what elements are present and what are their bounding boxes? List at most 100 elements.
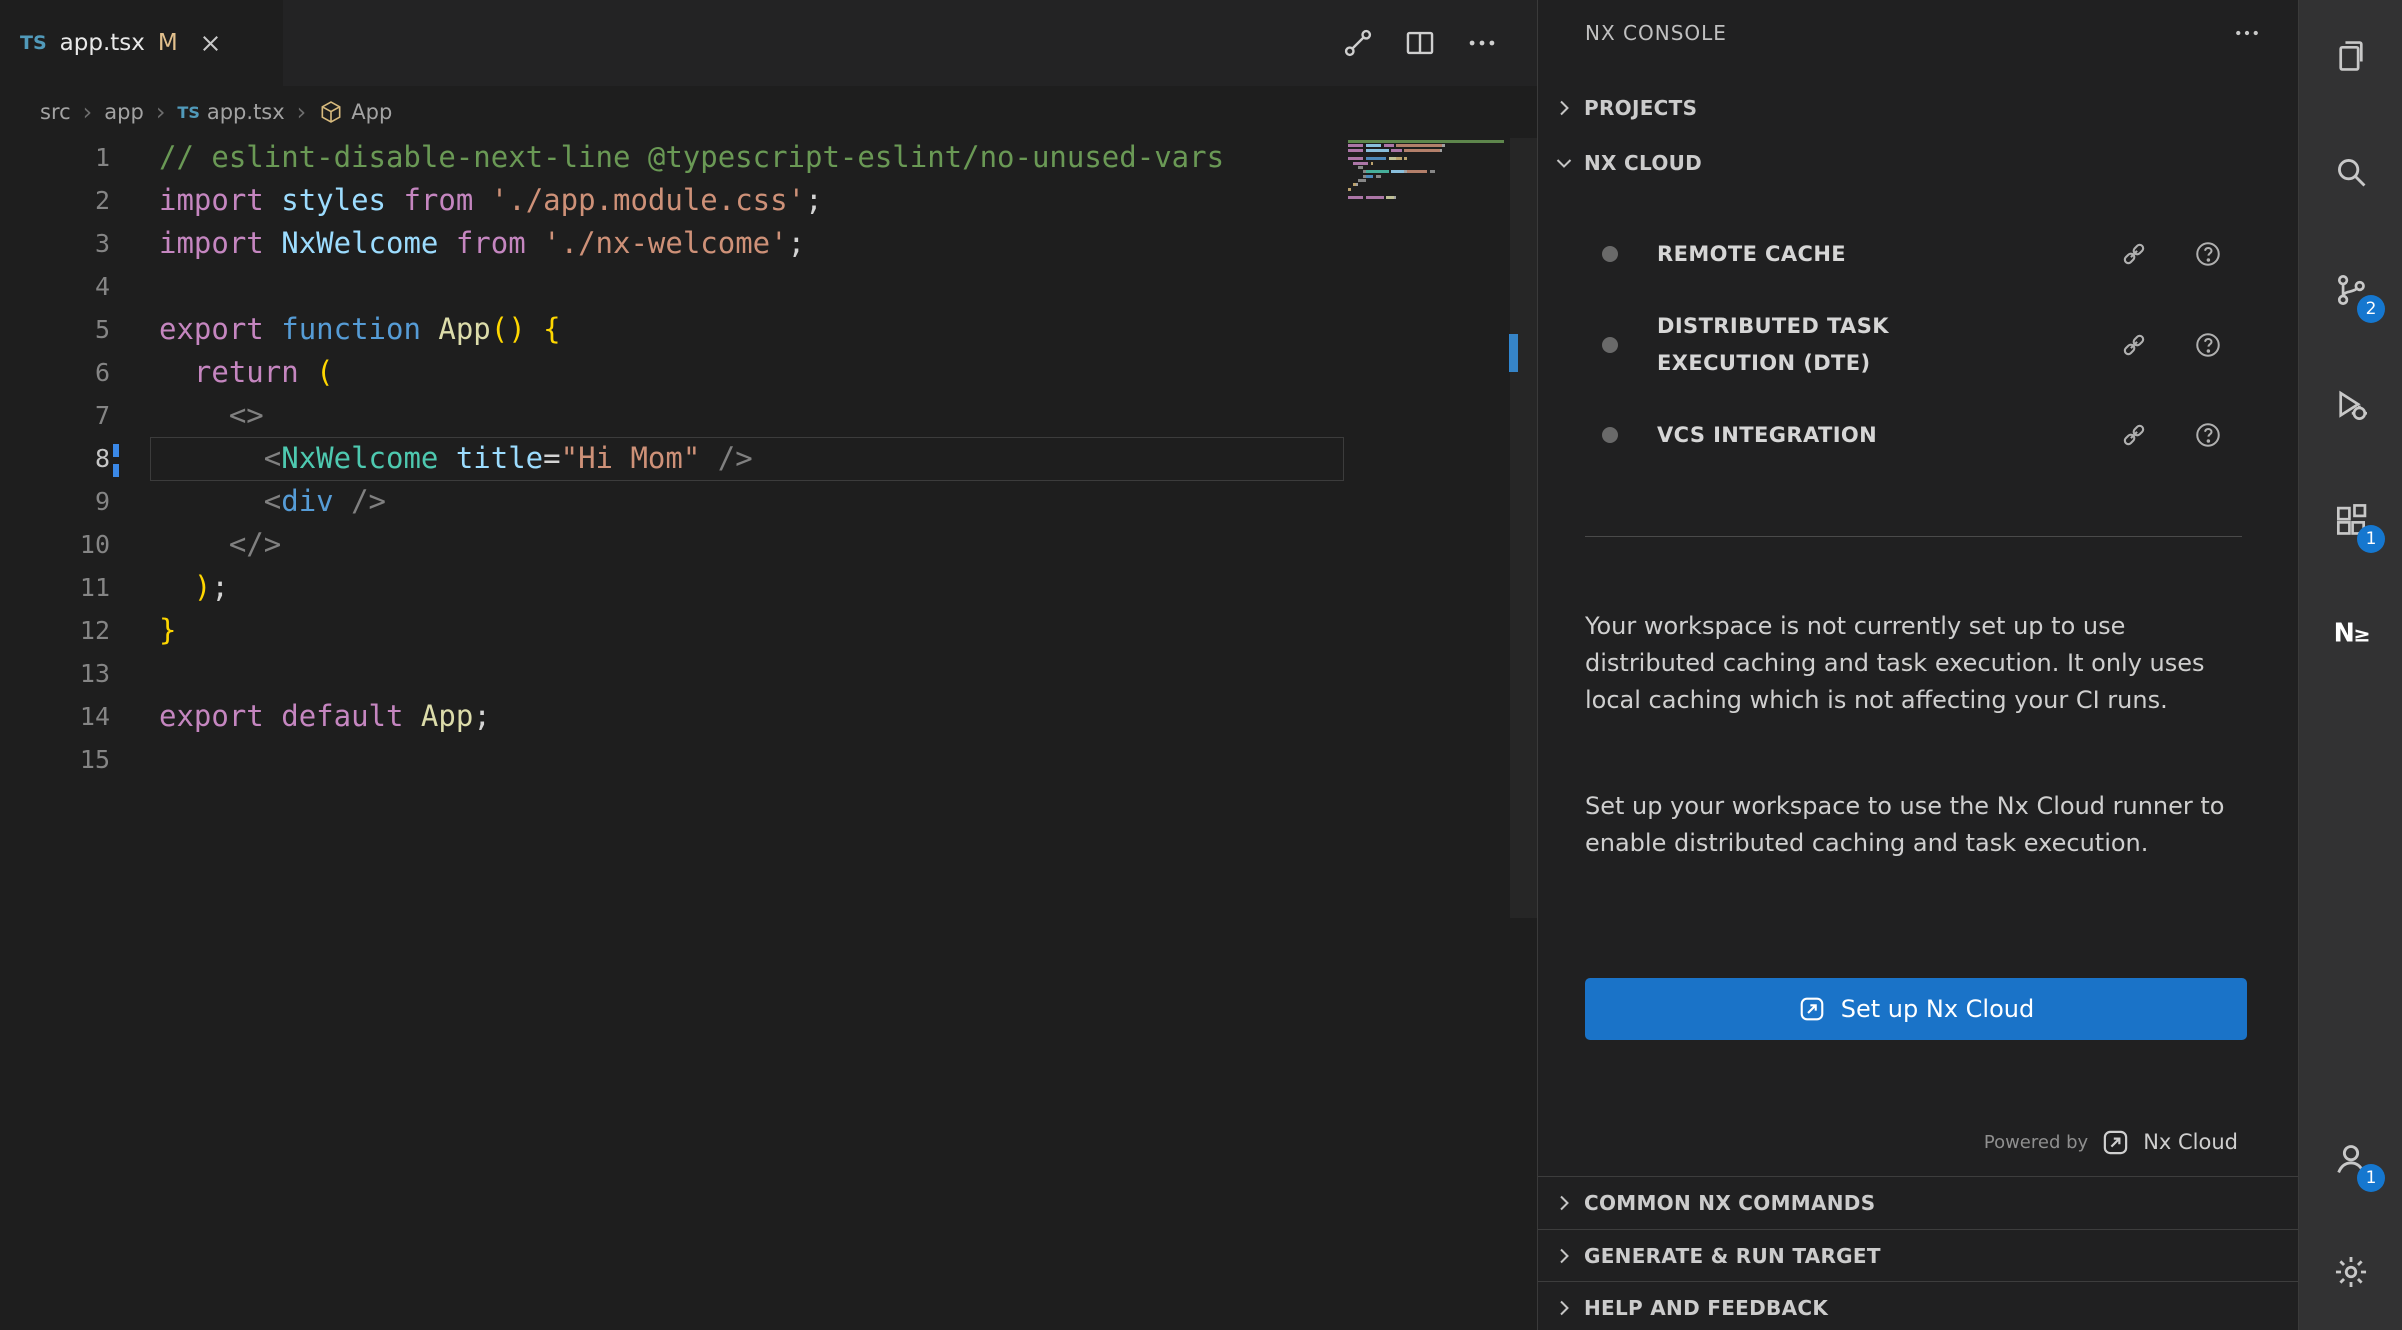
code-line-12[interactable]: 12} [0, 609, 1537, 652]
code-line-15[interactable]: 15 [0, 738, 1537, 781]
account-icon[interactable]: 1 [2299, 1140, 2402, 1180]
breadcrumb-label: src [40, 100, 71, 124]
line-number: 15 [0, 738, 110, 781]
more-actions-icon[interactable] [1465, 26, 1499, 60]
nx-cloud-logo-icon [2101, 1128, 2130, 1157]
line-number: 11 [0, 566, 110, 609]
panel-title: NX CONSOLE [1585, 21, 1727, 45]
close-tab-icon[interactable] [197, 30, 224, 57]
activity-bar: 2 1 N≥ 1 [2298, 0, 2402, 1330]
nx-console-icon[interactable]: N≥ [2299, 614, 2402, 654]
code-line-10[interactable]: 10 </> [0, 523, 1537, 566]
line-number: 14 [0, 695, 110, 738]
git-modified-badge: M [158, 30, 178, 56]
code-text: } [110, 609, 176, 652]
code-line-11[interactable]: 11 ); [0, 566, 1537, 609]
code-line-3[interactable]: 3import NxWelcome from './nx-welcome'; [0, 222, 1537, 265]
connect-icon[interactable] [2119, 420, 2149, 450]
status-bullet-icon [1602, 246, 1618, 262]
breadcrumb-separator: › [156, 98, 166, 126]
help-icon[interactable] [2193, 330, 2223, 360]
line-number: 8 [0, 437, 110, 480]
chevron-right-icon [1552, 1296, 1576, 1320]
code-line-9[interactable]: 9 <div /> [0, 480, 1537, 523]
breadcrumb-item-app[interactable]: app [104, 100, 144, 124]
code-line-14[interactable]: 14export default App; [0, 695, 1537, 738]
section-nx-cloud[interactable]: NX CLOUD [1538, 135, 2298, 190]
code-text: export function App() { [110, 308, 561, 351]
nx-cloud-item-distributed-task-execution-dte[interactable]: DISTRIBUTED TASK EXECUTION (DTE) [1538, 300, 2298, 390]
line-number: 6 [0, 351, 110, 394]
code-line-5[interactable]: 5export function App() { [0, 308, 1537, 351]
help-icon[interactable] [2193, 239, 2223, 269]
setup-button-label: Set up Nx Cloud [1841, 995, 2034, 1023]
typescript-file-icon: TS [177, 103, 199, 122]
line-number: 5 [0, 308, 110, 351]
section-common-nx-commands[interactable]: COMMON NX COMMANDS [1538, 1176, 2298, 1229]
nx-cloud-logo-icon [1798, 995, 1826, 1023]
extensions-icon[interactable]: 1 [2299, 501, 2402, 541]
tab-app-tsx[interactable]: TS app.tsx M [0, 0, 283, 86]
chevron-right-icon [1552, 96, 1576, 120]
breadcrumb-item-app[interactable]: App [318, 99, 392, 125]
nx-cloud-item-remote-cache[interactable]: REMOTE CACHE [1538, 228, 2298, 280]
code-text [110, 652, 159, 695]
split-editor-icon[interactable] [1403, 26, 1437, 60]
open-changes-icon[interactable] [1341, 26, 1375, 60]
breadcrumb: src›app›TSapp.tsx›App [0, 86, 1537, 138]
code-line-7[interactable]: 7 <> [0, 394, 1537, 437]
more-actions-icon[interactable] [2232, 18, 2262, 48]
breadcrumb-separator: › [83, 98, 93, 126]
settings-icon[interactable] [2299, 1253, 2402, 1293]
powered-by-label: Powered by [1984, 1132, 2088, 1153]
status-bullet-icon [1602, 427, 1618, 443]
code-text: // eslint-disable-next-line @typescript-… [110, 136, 1224, 179]
code-text: ); [110, 566, 229, 609]
code-text: <> [110, 394, 264, 437]
code-line-4[interactable]: 4 [0, 265, 1537, 308]
chevron-right-icon [1552, 1244, 1576, 1268]
section-label: NX CLOUD [1584, 151, 1702, 175]
code-text [110, 265, 159, 308]
files-icon[interactable] [2299, 37, 2402, 77]
nx-cloud-item-vcs-integration[interactable]: VCS INTEGRATION [1538, 409, 2298, 461]
search-icon[interactable] [2299, 153, 2402, 193]
line-number: 9 [0, 480, 110, 523]
section-help-and-feedback[interactable]: HELP AND FEEDBACK [1538, 1281, 2298, 1330]
line-number: 1 [0, 136, 110, 179]
symbol-cube-icon [318, 99, 344, 125]
panel-header: NX CONSOLE [1538, 0, 2298, 66]
line-number: 12 [0, 609, 110, 652]
typescript-file-icon: TS [20, 32, 47, 54]
code-line-2[interactable]: 2import styles from './app.module.css'; [0, 179, 1537, 222]
git-modified-gutter-mark [113, 444, 119, 457]
breadcrumb-item-src[interactable]: src [40, 100, 71, 124]
tab-bar: TS app.tsx M [0, 0, 1537, 86]
code-text: return ( [110, 351, 334, 394]
minimap[interactable] [1348, 140, 1508, 205]
nx-cloud-item-label: DISTRIBUTED TASK EXECUTION (DTE) [1657, 308, 1977, 382]
tab-filename: app.tsx [60, 30, 145, 56]
brand-label: Nx Cloud [2143, 1130, 2238, 1154]
connect-icon[interactable] [2119, 330, 2149, 360]
connect-icon[interactable] [2119, 239, 2149, 269]
section-label: HELP AND FEEDBACK [1584, 1296, 1828, 1320]
line-number: 3 [0, 222, 110, 265]
code-line-13[interactable]: 13 [0, 652, 1537, 695]
source-control-icon[interactable]: 2 [2299, 271, 2402, 311]
help-icon[interactable] [2193, 420, 2223, 450]
workspace-status-text: Your workspace is not currently set up t… [1585, 608, 2225, 719]
editor-scrollbar[interactable] [1510, 138, 1537, 918]
code-line-6[interactable]: 6 return ( [0, 351, 1537, 394]
setup-instruction-text: Set up your workspace to use the Nx Clou… [1585, 788, 2225, 862]
section-label: PROJECTS [1584, 96, 1697, 120]
setup-nx-cloud-button[interactable]: Set up Nx Cloud [1585, 978, 2247, 1040]
breadcrumb-item-app-tsx[interactable]: TSapp.tsx [177, 100, 284, 124]
section-generate-run-target[interactable]: GENERATE & RUN TARGET [1538, 1229, 2298, 1282]
code-text: <div /> [110, 480, 386, 523]
line-number: 10 [0, 523, 110, 566]
section-projects[interactable]: PROJECTS [1538, 80, 2298, 135]
code-line-1[interactable]: 1// eslint-disable-next-line @typescript… [0, 136, 1537, 179]
run-debug-icon[interactable] [2299, 386, 2402, 426]
breadcrumb-label: app [104, 100, 144, 124]
